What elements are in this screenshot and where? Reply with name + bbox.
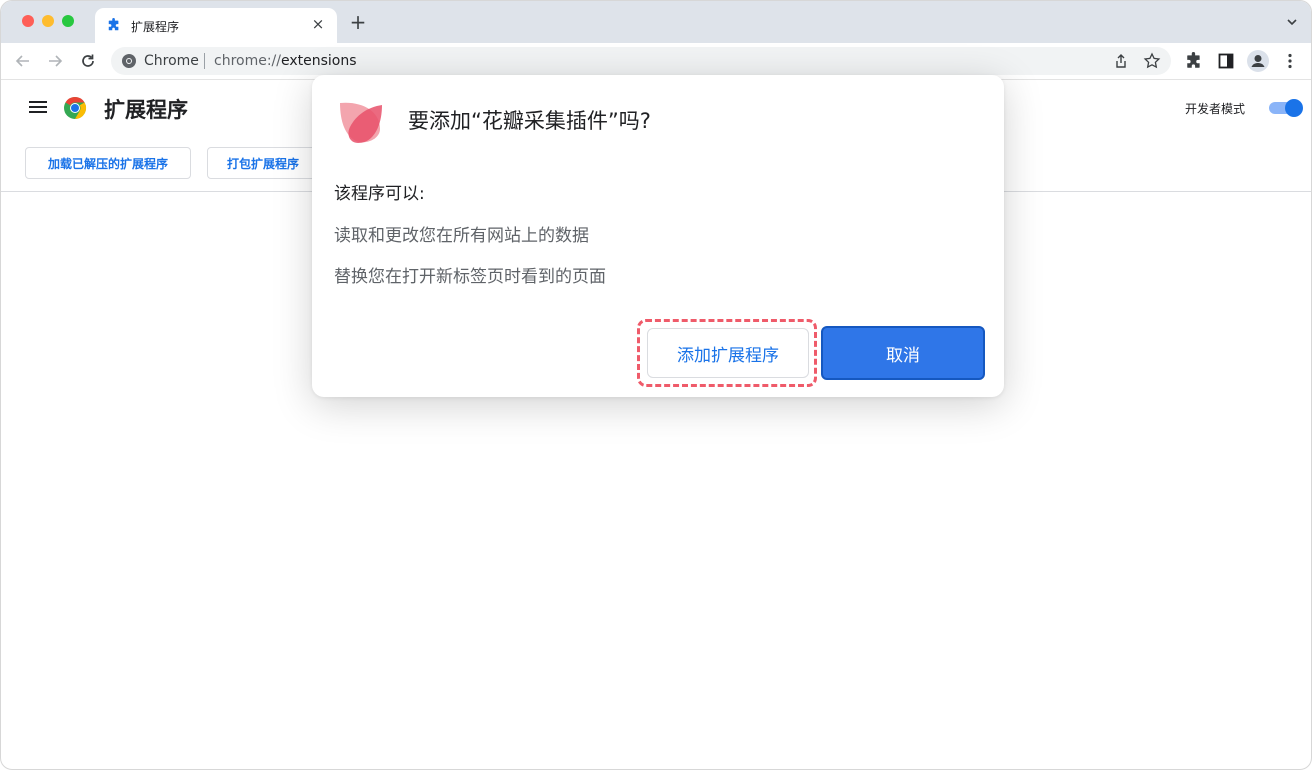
omnibox-url: chrome://extensions xyxy=(214,53,357,69)
puzzle-icon xyxy=(108,18,119,31)
load-unpacked-button[interactable]: 加载已解压的扩展程序 xyxy=(25,147,191,179)
forward-arrow-icon[interactable] xyxy=(46,52,64,70)
minimize-window-button[interactable] xyxy=(42,15,54,27)
chevron-down-icon[interactable] xyxy=(1285,15,1299,29)
back-arrow-icon[interactable] xyxy=(14,52,32,70)
tab-extensions[interactable]: 扩展程序 × xyxy=(95,8,337,43)
url-host: extensions xyxy=(281,53,357,69)
toggle-knob xyxy=(1285,99,1303,117)
petal-logo-icon xyxy=(340,102,382,143)
omnibox-divider xyxy=(204,53,205,69)
new-tab-button[interactable]: + xyxy=(348,11,368,33)
zoom-window-button[interactable] xyxy=(62,15,74,27)
dialog-subtitle: 该程序可以: xyxy=(334,184,425,204)
menu-icon[interactable] xyxy=(29,99,47,115)
close-window-button[interactable] xyxy=(22,15,34,27)
tab-strip: 扩展程序 × + xyxy=(1,1,1311,43)
add-extension-button[interactable]: 添加扩展程序 xyxy=(647,328,809,378)
address-bar[interactable]: Chrome chrome://extensions xyxy=(111,47,1171,75)
tab-close-icon[interactable]: × xyxy=(309,15,327,33)
chrome-icon xyxy=(122,54,136,68)
star-icon[interactable] xyxy=(1143,52,1161,70)
developer-mode-label: 开发者模式 xyxy=(1185,102,1246,116)
pack-extension-button[interactable]: 打包扩展程序 xyxy=(207,147,319,179)
more-vert-icon[interactable] xyxy=(1281,52,1299,70)
tab-title: 扩展程序 xyxy=(131,20,180,34)
dialog-title: 要添加“花瓣采集插件”吗? xyxy=(408,109,651,133)
cancel-button[interactable]: 取消 xyxy=(821,326,985,380)
url-prefix: chrome:// xyxy=(214,53,281,69)
browser-window: 扩展程序 × + Chrome chrome://extensions 扩展程序… xyxy=(0,0,1312,770)
add-extension-dialog: 要添加“花瓣采集插件”吗? 该程序可以: 读取和更改您在所有网站上的数据 替换您… xyxy=(312,75,1004,397)
reload-icon[interactable] xyxy=(79,52,97,70)
permission-item: 读取和更改您在所有网站上的数据 xyxy=(334,226,589,246)
share-icon[interactable] xyxy=(1113,53,1129,69)
extensions-puzzle-icon[interactable] xyxy=(1185,52,1203,70)
person-icon xyxy=(1251,55,1265,67)
side-panel-icon[interactable] xyxy=(1217,52,1235,70)
omnibox-scheme-label: Chrome xyxy=(144,53,199,69)
chrome-logo-icon xyxy=(64,97,87,119)
permission-item: 替换您在打开新标签页时看到的页面 xyxy=(334,267,606,287)
page-title: 扩展程序 xyxy=(104,98,188,122)
profile-avatar[interactable] xyxy=(1247,50,1269,72)
developer-mode-toggle[interactable] xyxy=(1269,99,1303,117)
